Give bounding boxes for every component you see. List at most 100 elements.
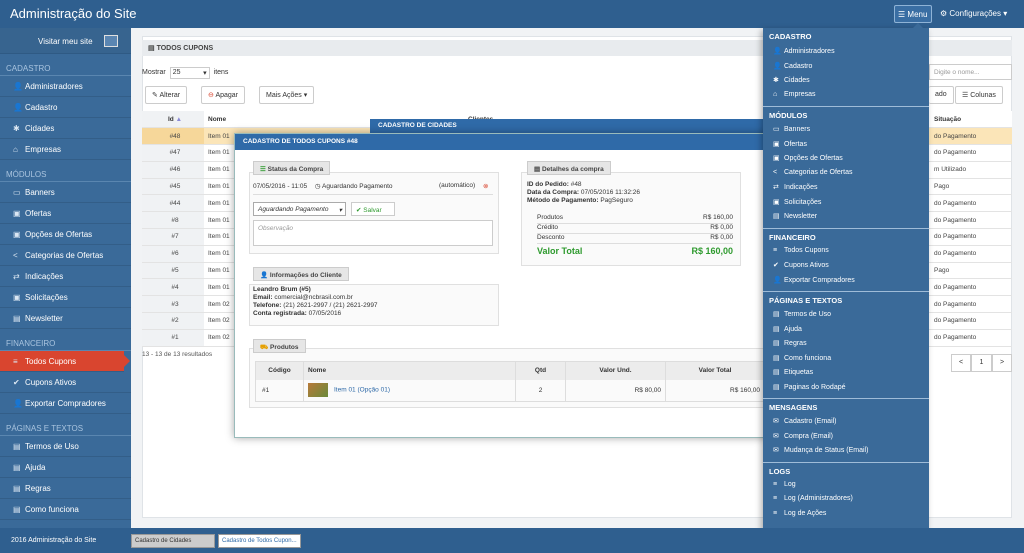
list-icon: ≡ [773,480,778,488]
row-status: do Pagamento [930,245,1012,263]
row-status: Pago [930,178,1012,196]
visit-site-link[interactable]: Visitar meu site [0,28,131,54]
dropdown-item-solicitacoes[interactable]: ▣ Solicitações [763,195,929,210]
sidebar-item-regras[interactable]: ▤ Regras [0,478,131,499]
sidebar-item-todos-cupons[interactable]: ≡ Todos Cupons [0,351,130,372]
sidebar-section-title: CADASTRO [0,54,131,76]
dropdown-item-todos-cupons[interactable]: ≡ Todos Cupons [763,244,929,259]
dropdown-item-log[interactable]: ≡ Log [763,478,929,493]
client-registered-label: Conta registrada: [253,310,307,317]
products-col-qty: Qtd [515,361,566,380]
sidebar-item-opcoes-de-ofertas[interactable]: ▣ Opções de Ofertas [0,224,131,245]
dropdown-item-log-administradores[interactable]: ≡ Log (Administradores) [763,492,929,507]
sidebar-item-cupons-ativos[interactable]: ✔ Cupons Ativos [0,372,131,393]
dropdown-item-newsletter[interactable]: ▤ Newsletter [763,209,929,224]
sidebar-item-cidades[interactable]: ✱ Cidades [0,118,131,139]
remove-icon[interactable]: ⊗ [483,182,488,190]
row-id: #45 [142,178,204,196]
dropdown-caret [913,23,923,28]
task-cities[interactable]: Cadastro de Cidades [131,534,215,548]
dropdown-item-administradores[interactable]: 👤 Administradores [763,44,929,59]
sidebar-item-como-funciona[interactable]: ▤ Como funciona [0,499,131,520]
filter-button[interactable]: ado [929,86,954,104]
sidebar-item-categorias-de-ofertas[interactable]: < Categorias de Ofertas [0,245,131,266]
caret-icon: ▾ [301,92,308,99]
dropdown-item-ajuda[interactable]: ▤ Ajuda [763,322,929,337]
dropdown-item-ofertas[interactable]: ▣ Ofertas [763,137,929,152]
coupon-modal: CADASTRO DE TODOS CUPONS #48 ☰ Status da… [234,133,769,438]
sidebar-section-title: PÁGINAS E TEXTOS [0,414,131,436]
toggle-sidebar-icon[interactable] [104,35,118,47]
pager-prev[interactable]: < [951,354,971,372]
sidebar-item-exportar-compradores[interactable]: 👤 Exportar Compradores [0,393,131,414]
products-col-total: Valor Total [698,367,732,375]
total-line: Produtos R$ 160,00 [537,214,733,224]
page-size-select[interactable]: 25 ▾ [169,67,210,79]
search-input[interactable]: Digite o nome... [929,64,1012,80]
footer-copyright: 2016 Administração do Site [11,537,97,544]
sidebar-item-administradores[interactable]: 👤 Administradores [0,76,131,97]
status-select[interactable]: Aguardando Pagamento ▾ [253,202,346,216]
delete-button[interactable]: ⊖ Apagar [201,86,246,104]
observation-field[interactable]: Observação [253,220,493,246]
coupon-modal-header[interactable]: CADASTRO DE TODOS CUPONS #48 [235,134,767,150]
col-status[interactable]: Situação [930,111,1012,129]
config-menu[interactable]: ⚙ Configurações ▾ [940,9,1007,18]
envelope-icon: ✉ [773,447,779,454]
dropdown-item-empresas[interactable]: ⌂ Empresas [763,88,929,103]
sidebar-item-label: Todos Cupons [25,357,77,366]
menu-button[interactable]: ☰ Menu [894,5,932,23]
caret-icon: ▾ [203,70,207,77]
products-box-header: ⛟ Produtos [253,339,306,353]
pager-next[interactable]: > [992,354,1012,372]
dropdown-item-categorias-de-ofertas[interactable]: < Categorias de Ofertas [763,166,929,181]
status-select-value: Aguardando Pagamento [258,206,329,213]
app-title[interactable]: Administração do Site [10,6,136,21]
col-id[interactable]: Id ▲ [142,111,204,129]
dropdown-item-exportar-compradores[interactable]: 👤 Exportar Compradores [763,273,929,288]
sidebar-item-label: Ofertas [25,209,52,218]
dropdown-item-banners[interactable]: ▭ Banners [763,122,929,137]
dropdown-item-termos-de-uso[interactable]: ▤ Termos de Uso [763,307,929,322]
dropdown-item-opcoes-de-ofertas[interactable]: ▣ Opções de Ofertas [763,151,929,166]
sidebar-item-termos-de-uso[interactable]: ▤ Termos de Uso [0,436,131,457]
file-icon: ▤ [13,484,21,493]
dropdown-item-cidades[interactable]: ✱ Cidades [763,73,929,88]
dropdown-section-title: MÓDULOS [763,106,929,122]
sidebar-item-ajuda[interactable]: ▤ Ajuda [0,457,131,478]
edit-button[interactable]: ✎ Alterar [145,86,188,104]
sidebar-item-solicitacoes[interactable]: ▣ Solicitações [0,287,131,308]
save-status-button[interactable]: ✔ Salvar [351,202,395,216]
task-coupons[interactable]: Cadastro de Todos Cupon... [218,534,301,548]
dropdown-item-cadastro-email[interactable]: ✉ Cadastro (Email) [763,414,929,429]
cities-modal-header[interactable]: CADASTRO DE CIDADES [370,119,770,133]
cities-modal-title: CADASTRO DE CIDADES [378,122,457,129]
sidebar-item-banners[interactable]: ▭ Banners [0,182,131,203]
dropdown-item-cadastro[interactable]: 👤 Cadastro [763,59,929,74]
list-icon: ≡ [13,357,18,366]
dropdown-item-cupons-ativos[interactable]: ✔ Cupons Ativos [763,258,929,273]
gear-icon: ✱ [773,77,779,84]
sidebar-item-ofertas[interactable]: ▣ Ofertas [0,203,131,224]
col-name[interactable]: Nome [204,111,324,129]
dropdown-item-mudanca-de-status-email[interactable]: ✉ Mudança de Status (Email) [763,443,929,458]
pager-page-1[interactable]: 1 [971,354,992,372]
dropdown-item-paginas-do-rodape[interactable]: ▤ Paginas do Rodapé [763,380,929,395]
dropdown-item-regras[interactable]: ▤ Regras [763,336,929,351]
product-name-link[interactable]: Item 01 (Opção 01) [334,387,390,394]
product-total-price: R$ 160,00 [730,386,760,394]
dropdown-item-compra-email[interactable]: ✉ Compra (Email) [763,429,929,444]
dropdown-item-log-de-acoes[interactable]: ≡ Log de Ações [763,507,929,522]
user-icon: 👤 [773,62,782,70]
dropdown-item-como-funciona[interactable]: ▤ Como funciona [763,351,929,366]
columns-button[interactable]: ☰ Colunas [955,86,1003,104]
order-date-row: Data da Compra: 07/05/2016 11:32:26 [527,189,640,197]
sidebar-item-indicacoes[interactable]: ⇄ Indicações [0,266,131,287]
bank-icon: ⌂ [13,145,18,154]
dropdown-item-indicacoes[interactable]: ⇄ Indicações [763,180,929,195]
sidebar-item-cadastro[interactable]: 👤 Cadastro [0,97,131,118]
sidebar-item-newsletter[interactable]: ▤ Newsletter [0,308,131,329]
dropdown-item-etiquetas[interactable]: ▤ Etiquetas [763,365,929,380]
sidebar-item-empresas[interactable]: ⌂ Empresas [0,139,131,160]
more-actions-button[interactable]: Mais Ações ▾ [259,86,315,104]
